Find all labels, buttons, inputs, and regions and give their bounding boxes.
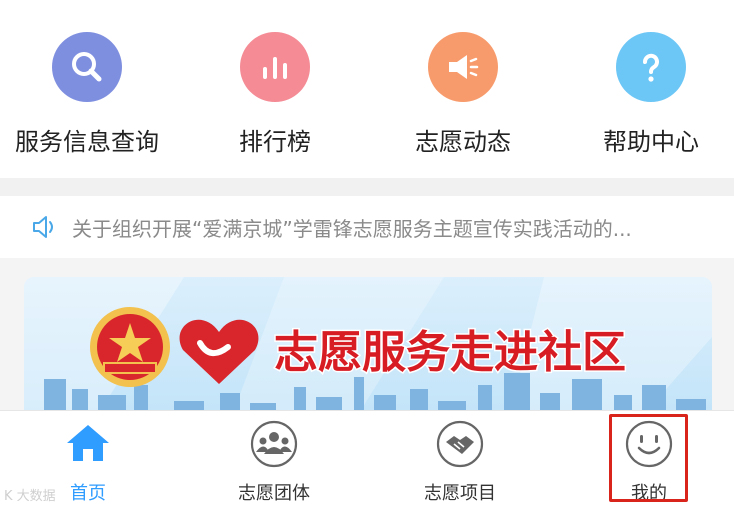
notice-bar[interactable]: 关于组织开展“爱满京城”学雷锋志愿服务主题宣传实践活动的... bbox=[0, 196, 734, 258]
quick-action-help[interactable]: 帮助中心 bbox=[557, 32, 734, 157]
home-icon bbox=[63, 419, 113, 469]
quick-action-label: 排行榜 bbox=[239, 128, 311, 156]
quick-action-news[interactable]: 志愿动态 bbox=[369, 32, 557, 157]
quick-action-service-query[interactable]: 服务信息查询 bbox=[0, 32, 181, 157]
quick-action-label: 帮助中心 bbox=[603, 128, 699, 156]
watermark: K 大数据 bbox=[4, 489, 56, 504]
handshake-icon bbox=[435, 419, 485, 469]
megaphone-icon bbox=[428, 32, 498, 102]
quick-action-label: 服务信息查询 bbox=[15, 128, 159, 156]
section-divider bbox=[0, 178, 734, 196]
speaker-icon bbox=[33, 216, 53, 238]
nav-groups[interactable]: 志愿团体 bbox=[182, 419, 366, 505]
quick-actions: 服务信息查询 排行榜 志愿动态 帮助中心 bbox=[0, 0, 734, 178]
banner-title: 志愿服务走进社区 bbox=[274, 327, 626, 378]
question-icon bbox=[616, 32, 686, 102]
app-screen: 服务信息查询 排行榜 志愿动态 帮助中心 关于组织开展“爱满京城”学雷锋志愿服务… bbox=[0, 0, 734, 508]
nav-label: 志愿团体 bbox=[238, 483, 310, 504]
notice-text: 关于组织开展“爱满京城”学雷锋志愿服务主题宣传实践活动的... bbox=[72, 216, 632, 241]
nav-projects[interactable]: 志愿项目 bbox=[368, 419, 552, 505]
nav-label: 首页 bbox=[70, 483, 106, 504]
highlight-box bbox=[609, 414, 688, 502]
youth-league-emblem bbox=[90, 307, 170, 387]
bar-chart-icon bbox=[240, 32, 310, 102]
quick-action-label: 志愿动态 bbox=[415, 128, 511, 156]
search-icon bbox=[52, 32, 122, 102]
group-icon bbox=[249, 419, 299, 469]
nav-label: 志愿项目 bbox=[424, 483, 496, 504]
quick-action-ranking[interactable]: 排行榜 bbox=[181, 32, 369, 157]
